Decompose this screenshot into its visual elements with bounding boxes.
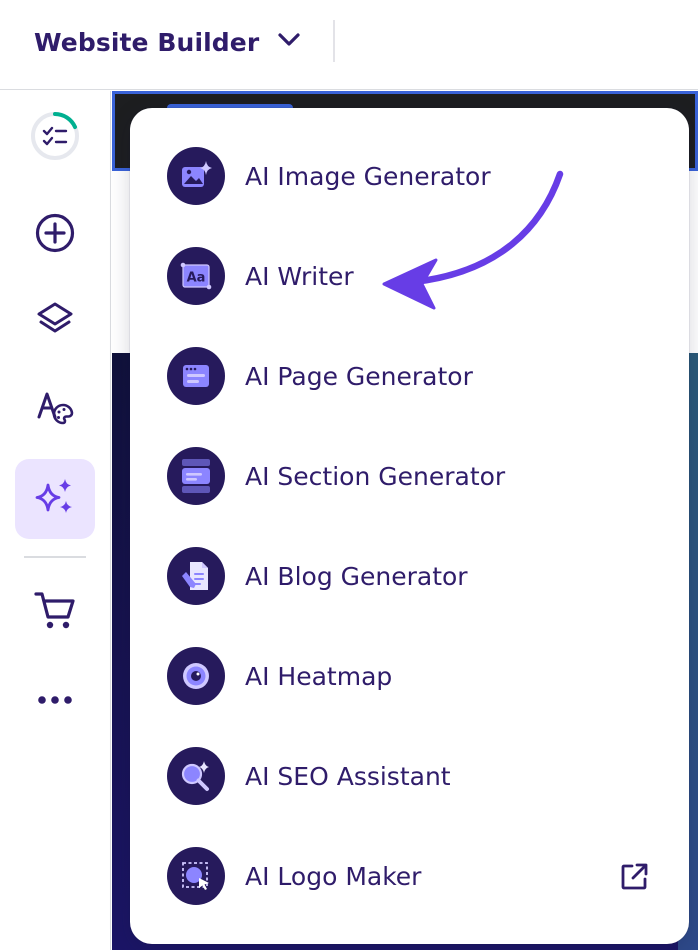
section-blocks-icon (167, 447, 225, 505)
checklist-progress-icon (29, 110, 81, 166)
top-bar: Website Builder (0, 0, 698, 90)
plus-circle-icon (34, 212, 76, 258)
app-switcher[interactable]: Website Builder (34, 22, 301, 62)
menu-item-label: AI Image Generator (245, 161, 491, 191)
menu-item-label: AI Blog Generator (245, 561, 468, 591)
menu-item-ai-section-generator[interactable]: AI Section Generator (146, 434, 673, 518)
toolbar-divider (333, 20, 335, 62)
external-link-icon[interactable] (619, 862, 649, 896)
browser-page-icon (167, 347, 225, 405)
image-sparkle-icon (167, 147, 225, 205)
menu-item-label: AI Logo Maker (245, 861, 422, 891)
menu-item-label: AI SEO Assistant (245, 761, 451, 791)
more-horizontal-icon (35, 691, 75, 710)
menu-item-ai-page-generator[interactable]: AI Page Generator (146, 334, 673, 418)
sidebar (0, 91, 111, 950)
sidebar-item-store[interactable] (15, 572, 95, 652)
menu-item-ai-image-generator[interactable]: AI Image Generator (146, 134, 673, 218)
sidebar-divider (24, 556, 86, 558)
magnifier-sparkle-icon (167, 747, 225, 805)
layers-icon (35, 300, 75, 344)
menu-item-label: AI Section Generator (245, 461, 506, 491)
sparkles-icon (33, 475, 77, 523)
menu-item-ai-heatmap[interactable]: AI Heatmap (146, 634, 673, 718)
svg-text:Aa: Aa (187, 271, 206, 286)
menu-item-label: AI Writer (245, 261, 354, 291)
app-title: Website Builder (34, 27, 260, 57)
sidebar-item-layers[interactable] (15, 282, 95, 362)
sidebar-item-ai-tools[interactable] (15, 459, 95, 539)
menu-item-ai-logo-maker[interactable]: AI Logo Maker (146, 834, 673, 918)
chevron-down-icon (277, 32, 301, 52)
document-pen-icon (167, 547, 225, 605)
menu-item-label: AI Heatmap (245, 661, 393, 691)
sidebar-item-more[interactable] (15, 660, 95, 740)
menu-item-ai-blog-generator[interactable]: AI Blog Generator (146, 534, 673, 618)
sidebar-item-checklist[interactable] (15, 98, 95, 178)
menu-item-ai-seo-assistant[interactable]: AI SEO Assistant (146, 734, 673, 818)
shopping-cart-icon (33, 588, 77, 636)
ai-tools-menu: AI Image Generator Aa AI Writer AI Page … (130, 108, 689, 944)
menu-item-label: AI Page Generator (245, 361, 473, 391)
sidebar-item-styles[interactable] (15, 370, 95, 450)
sidebar-item-add[interactable] (15, 195, 95, 275)
menu-item-ai-writer[interactable]: Aa AI Writer (146, 234, 673, 318)
eye-target-icon (167, 647, 225, 705)
text-aa-icon: Aa (167, 247, 225, 305)
logo-select-cursor-icon (167, 847, 225, 905)
text-palette-icon (34, 387, 76, 433)
